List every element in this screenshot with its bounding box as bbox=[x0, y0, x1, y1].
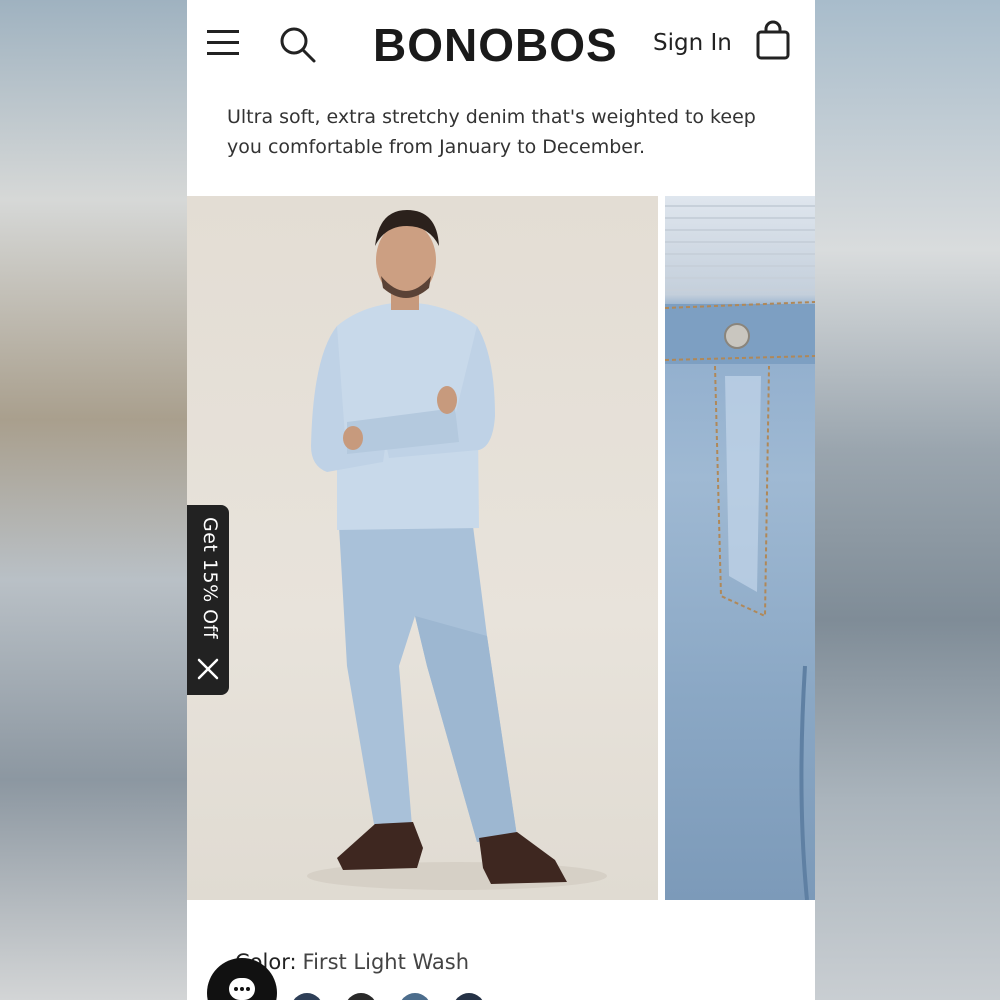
background-blur-right bbox=[815, 0, 1000, 1000]
product-description: Ultra soft, extra stretchy denim that's … bbox=[227, 106, 756, 158]
sign-in-link[interactable]: Sign In bbox=[653, 30, 732, 56]
brand-logo[interactable]: BONOBOS bbox=[373, 18, 618, 72]
hamburger-menu-icon[interactable] bbox=[207, 30, 239, 56]
color-value: First Light Wash bbox=[302, 950, 470, 974]
discount-promo-tab[interactable]: Get 15% Off bbox=[187, 505, 229, 695]
color-swatch-1[interactable] bbox=[291, 993, 323, 1000]
color-swatch-4[interactable] bbox=[453, 993, 485, 1000]
promo-label: Get 15% Off bbox=[199, 517, 221, 640]
product-photo-detail[interactable] bbox=[665, 196, 815, 900]
site-header: BONOBOS Sign In bbox=[187, 0, 815, 88]
search-icon[interactable] bbox=[277, 24, 317, 64]
shopping-bag-icon[interactable] bbox=[755, 20, 791, 60]
background-blur-left bbox=[0, 0, 187, 1000]
product-photo-model[interactable] bbox=[187, 196, 658, 900]
color-swatch-3[interactable] bbox=[399, 993, 431, 1000]
close-icon[interactable] bbox=[196, 657, 220, 681]
color-swatch-2[interactable] bbox=[345, 993, 377, 1000]
product-page: BONOBOS Sign In Ultra soft, extra stretc… bbox=[187, 0, 815, 1000]
color-selection-label: Color: First Light Wash bbox=[235, 950, 469, 974]
